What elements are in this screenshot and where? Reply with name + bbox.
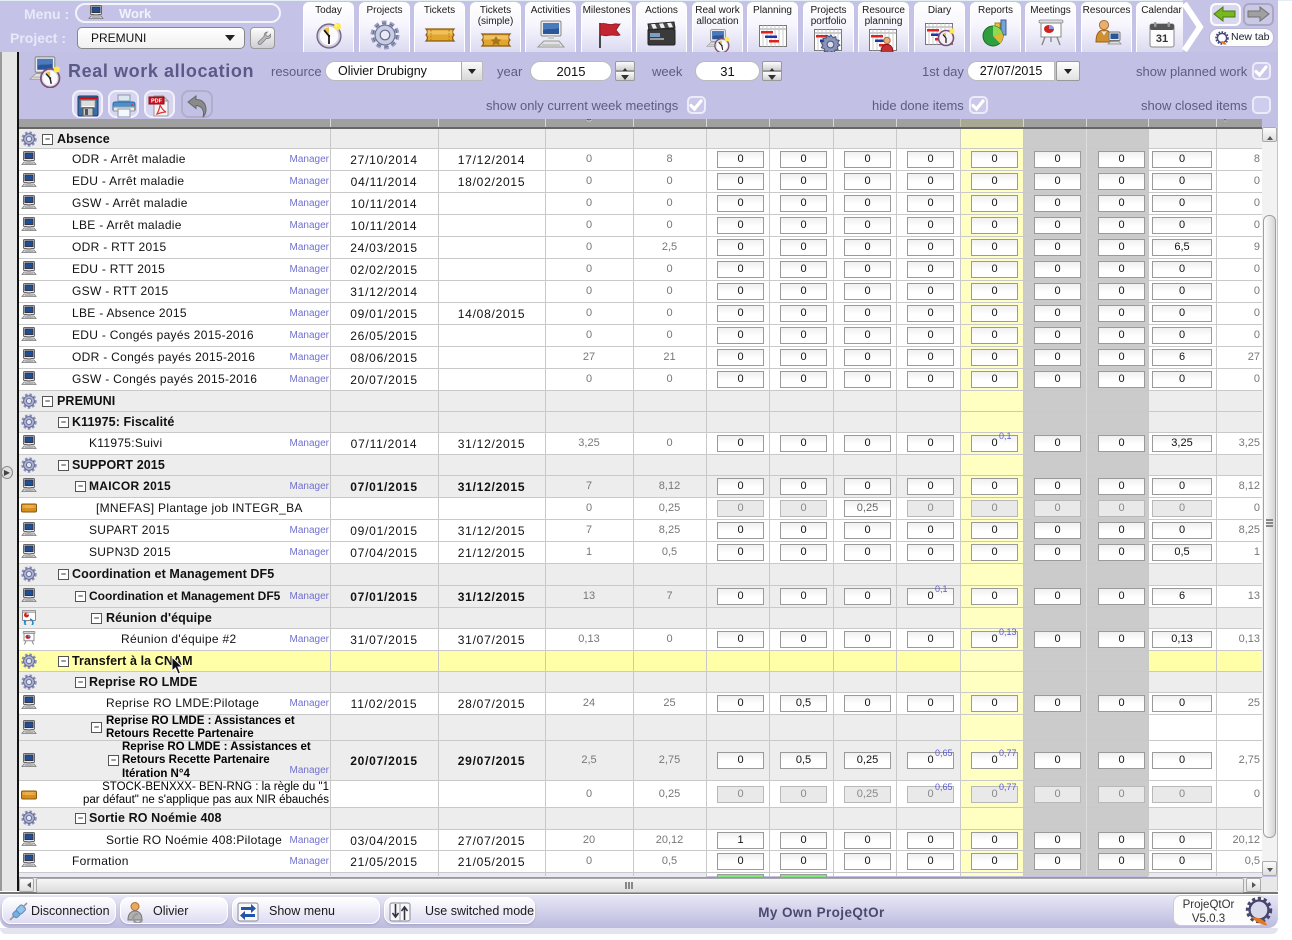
- svg-text:31: 31: [1155, 33, 1167, 45]
- svg-text:PDF: PDF: [151, 99, 163, 105]
